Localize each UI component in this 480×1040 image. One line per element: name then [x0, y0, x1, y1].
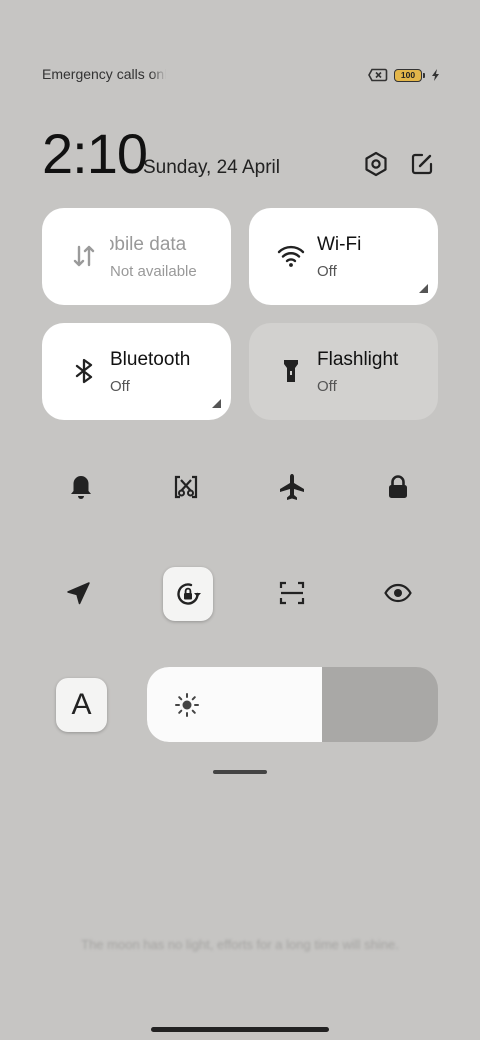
home-indicator[interactable]: [151, 1027, 329, 1032]
flashlight-status: Off: [317, 378, 337, 395]
quote-text: The moon has no light, efforts for a lon…: [81, 937, 399, 952]
drag-handle[interactable]: [213, 770, 267, 774]
mobile-data-title: Mobile data: [110, 234, 187, 255]
scan-icon: [279, 581, 305, 605]
screenshot-icon: [174, 475, 198, 499]
auto-rotate-lock-icon: [177, 583, 201, 605]
scanner-toggle[interactable]: [268, 569, 316, 617]
battery-cap: [423, 72, 425, 78]
location-icon: [67, 582, 90, 605]
status-icons: 100: [368, 68, 440, 82]
carrier-text: Emergency calls only: [42, 66, 166, 82]
charging-bolt-icon: [432, 69, 439, 81]
expand-corner-icon[interactable]: [419, 284, 428, 293]
flashlight-title: Flashlight: [317, 349, 399, 370]
bluetooth-title: Bluetooth: [110, 349, 191, 370]
bluetooth-status: Off: [110, 378, 130, 395]
lock-icon: [389, 475, 407, 498]
screenshot-toggle[interactable]: [162, 463, 210, 511]
battery-level: 100: [400, 70, 416, 80]
wifi-status: Off: [317, 263, 337, 280]
sim-disabled-icon: [368, 68, 388, 82]
bluetooth-tile[interactable]: Bluetooth Off: [42, 323, 231, 420]
clock: 2:10: [42, 122, 148, 185]
wifi-tile[interactable]: Wi-Fi Off: [249, 208, 438, 305]
mobile-data-status: Not available: [110, 263, 197, 280]
sound-toggle[interactable]: [57, 463, 105, 511]
mobile-data-icon: [68, 240, 100, 272]
wifi-title: Wi-Fi: [317, 234, 362, 255]
settings-button[interactable]: [360, 148, 392, 180]
battery-icon: 100: [394, 68, 422, 82]
airplane-icon: [280, 474, 304, 500]
bluetooth-icon: [68, 355, 100, 387]
wifi-icon: [275, 240, 307, 272]
lock-screen-toggle[interactable]: [374, 463, 422, 511]
bell-icon: [71, 476, 91, 499]
flashlight-icon: [275, 355, 307, 387]
status-bar: Emergency calls only 100: [42, 66, 440, 88]
settings-icon: [365, 151, 387, 177]
edit-icon: [411, 153, 433, 175]
auto-rotate-toggle[interactable]: [163, 567, 213, 621]
airplane-mode-toggle[interactable]: [268, 463, 316, 511]
date: Sunday, 24 April: [143, 157, 280, 178]
font-size-button[interactable]: A: [56, 678, 107, 732]
brightness-slider[interactable]: [147, 667, 438, 742]
sun-icon: [175, 693, 199, 717]
mobile-data-tile[interactable]: Mobile data Not available: [42, 208, 231, 305]
expand-corner-icon[interactable]: [212, 399, 221, 408]
eye-icon: [384, 583, 412, 603]
flashlight-tile[interactable]: Flashlight Off: [249, 323, 438, 420]
edit-button[interactable]: [406, 148, 438, 180]
reading-mode-toggle[interactable]: [374, 569, 422, 617]
location-toggle[interactable]: [55, 569, 103, 617]
mobile-data-text: Mobile data Not available: [110, 208, 230, 305]
